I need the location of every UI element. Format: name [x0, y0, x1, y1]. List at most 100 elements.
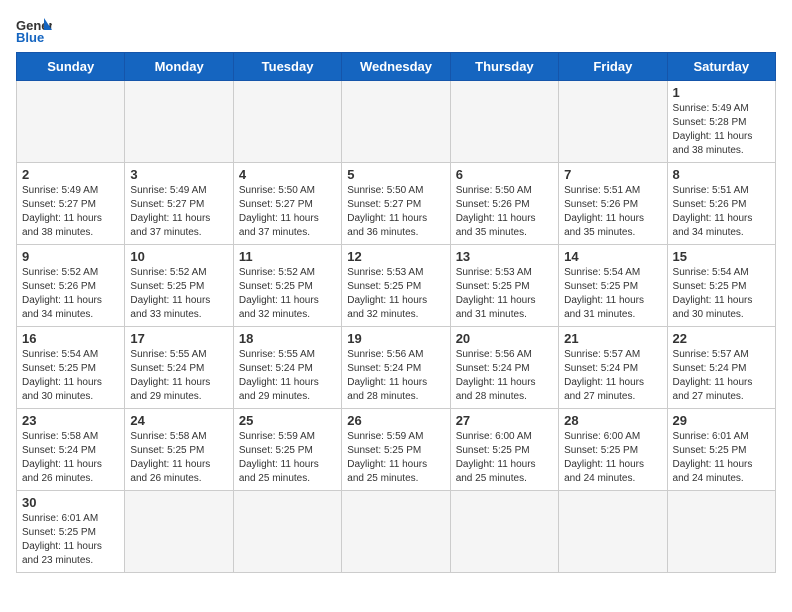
day-number: 18: [239, 331, 336, 346]
day-number: 2: [22, 167, 119, 182]
day-info: Sunrise: 6:00 AM Sunset: 5:25 PM Dayligh…: [564, 430, 661, 486]
day-info: Sunrise: 5:55 AM Sunset: 5:24 PM Dayligh…: [239, 348, 336, 404]
calendar-cell: 12 Sunrise: 5:53 AM Sunset: 5:25 PM Dayli…: [342, 245, 450, 327]
day-number: 15: [673, 249, 770, 264]
calendar-cell: [17, 81, 125, 163]
weekday-header-thursday: Thursday: [450, 53, 558, 81]
calendar-cell: 16 Sunrise: 5:54 AM Sunset: 5:25 PM Dayli…: [17, 327, 125, 409]
calendar-cell: 22 Sunrise: 5:57 AM Sunset: 5:24 PM Dayli…: [667, 327, 775, 409]
day-info: Sunrise: 5:54 AM Sunset: 5:25 PM Dayligh…: [22, 348, 119, 404]
calendar-cell: 23Sunrise: 5:58 AM Sunset: 5:24 PM Dayli…: [17, 409, 125, 491]
day-number: 4: [239, 167, 336, 182]
day-number: 29: [673, 413, 770, 428]
week-row-6: 30Sunrise: 6:01 AM Sunset: 5:25 PM Dayli…: [17, 491, 776, 573]
day-number: 16: [22, 331, 119, 346]
weekday-header-saturday: Saturday: [667, 53, 775, 81]
calendar-cell: 27 Sunrise: 6:00 AM Sunset: 5:25 PM Dayli…: [450, 409, 558, 491]
day-info: Sunrise: 5:52 AM Sunset: 5:25 PM Dayligh…: [130, 266, 227, 322]
calendar-cell: [559, 491, 667, 573]
day-info: Sunrise: 5:59 AM Sunset: 5:25 PM Dayligh…: [347, 430, 444, 486]
day-info: Sunrise: 6:01 AM Sunset: 5:25 PM Dayligh…: [673, 430, 770, 486]
day-info: Sunrise: 5:54 AM Sunset: 5:25 PM Dayligh…: [673, 266, 770, 322]
day-info: Sunrise: 5:56 AM Sunset: 5:24 PM Dayligh…: [456, 348, 553, 404]
day-info: Sunrise: 5:53 AM Sunset: 5:25 PM Dayligh…: [347, 266, 444, 322]
day-number: 10: [130, 249, 227, 264]
calendar-cell: 4 Sunrise: 5:50 AM Sunset: 5:27 PM Daylig…: [233, 163, 341, 245]
calendar-cell: [450, 81, 558, 163]
day-info: Sunrise: 5:57 AM Sunset: 5:24 PM Dayligh…: [673, 348, 770, 404]
calendar-cell: [342, 491, 450, 573]
day-info: Sunrise: 5:58 AM Sunset: 5:25 PM Dayligh…: [130, 430, 227, 486]
day-number: 21: [564, 331, 661, 346]
calendar-cell: 25Sunrise: 5:59 AM Sunset: 5:25 PM Dayli…: [233, 409, 341, 491]
day-info: Sunrise: 5:51 AM Sunset: 5:26 PM Dayligh…: [673, 184, 770, 240]
calendar-cell: 3Sunrise: 5:49 AM Sunset: 5:27 PM Daylig…: [125, 163, 233, 245]
day-number: 26: [347, 413, 444, 428]
calendar-cell: 6Sunrise: 5:50 AM Sunset: 5:26 PM Daylig…: [450, 163, 558, 245]
calendar-cell: [233, 491, 341, 573]
day-number: 13: [456, 249, 553, 264]
calendar-cell: [342, 81, 450, 163]
day-number: 22: [673, 331, 770, 346]
day-info: Sunrise: 5:57 AM Sunset: 5:24 PM Dayligh…: [564, 348, 661, 404]
week-row-3: 9 Sunrise: 5:52 AM Sunset: 5:26 PM Daylig…: [17, 245, 776, 327]
day-number: 17: [130, 331, 227, 346]
calendar-cell: 2 Sunrise: 5:49 AM Sunset: 5:27 PM Daylig…: [17, 163, 125, 245]
day-number: 9: [22, 249, 119, 264]
calendar-cell: [125, 81, 233, 163]
calendar-cell: 18 Sunrise: 5:55 AM Sunset: 5:24 PM Dayli…: [233, 327, 341, 409]
week-row-1: 1Sunrise: 5:49 AM Sunset: 5:28 PM Daylig…: [17, 81, 776, 163]
day-number: 19: [347, 331, 444, 346]
day-info: Sunrise: 6:01 AM Sunset: 5:25 PM Dayligh…: [22, 512, 119, 568]
calendar-cell: 24 Sunrise: 5:58 AM Sunset: 5:25 PM Dayli…: [125, 409, 233, 491]
week-row-4: 16 Sunrise: 5:54 AM Sunset: 5:25 PM Dayli…: [17, 327, 776, 409]
calendar-cell: 11Sunrise: 5:52 AM Sunset: 5:25 PM Dayli…: [233, 245, 341, 327]
calendar-cell: [667, 491, 775, 573]
calendar-cell: 29 Sunrise: 6:01 AM Sunset: 5:25 PM Dayli…: [667, 409, 775, 491]
day-info: Sunrise: 5:50 AM Sunset: 5:27 PM Dayligh…: [239, 184, 336, 240]
day-number: 6: [456, 167, 553, 182]
day-info: Sunrise: 5:49 AM Sunset: 5:28 PM Dayligh…: [673, 102, 770, 158]
calendar-cell: 20 Sunrise: 5:56 AM Sunset: 5:24 PM Dayli…: [450, 327, 558, 409]
calendar-cell: 26 Sunrise: 5:59 AM Sunset: 5:25 PM Dayli…: [342, 409, 450, 491]
calendar-cell: 7 Sunrise: 5:51 AM Sunset: 5:26 PM Daylig…: [559, 163, 667, 245]
day-number: 24: [130, 413, 227, 428]
logo-icon: General Blue: [16, 16, 52, 44]
calendar-table: SundayMondayTuesdayWednesdayThursdayFrid…: [16, 52, 776, 573]
calendar-cell: 13Sunrise: 5:53 AM Sunset: 5:25 PM Dayli…: [450, 245, 558, 327]
logo: General Blue: [16, 16, 56, 44]
calendar-cell: 5Sunrise: 5:50 AM Sunset: 5:27 PM Daylig…: [342, 163, 450, 245]
day-info: Sunrise: 5:55 AM Sunset: 5:24 PM Dayligh…: [130, 348, 227, 404]
day-number: 27: [456, 413, 553, 428]
calendar-cell: 28Sunrise: 6:00 AM Sunset: 5:25 PM Dayli…: [559, 409, 667, 491]
day-number: 23: [22, 413, 119, 428]
weekday-header-friday: Friday: [559, 53, 667, 81]
calendar-cell: 21 Sunrise: 5:57 AM Sunset: 5:24 PM Dayli…: [559, 327, 667, 409]
week-row-5: 23Sunrise: 5:58 AM Sunset: 5:24 PM Dayli…: [17, 409, 776, 491]
day-info: Sunrise: 5:54 AM Sunset: 5:25 PM Dayligh…: [564, 266, 661, 322]
calendar-cell: [125, 491, 233, 573]
day-number: 5: [347, 167, 444, 182]
day-number: 7: [564, 167, 661, 182]
day-info: Sunrise: 5:59 AM Sunset: 5:25 PM Dayligh…: [239, 430, 336, 486]
weekday-header-wednesday: Wednesday: [342, 53, 450, 81]
day-number: 12: [347, 249, 444, 264]
day-number: 11: [239, 249, 336, 264]
header: General Blue: [16, 16, 776, 44]
calendar-cell: 19Sunrise: 5:56 AM Sunset: 5:24 PM Dayli…: [342, 327, 450, 409]
calendar-cell: [450, 491, 558, 573]
week-row-2: 2 Sunrise: 5:49 AM Sunset: 5:27 PM Daylig…: [17, 163, 776, 245]
calendar-cell: 15 Sunrise: 5:54 AM Sunset: 5:25 PM Dayli…: [667, 245, 775, 327]
calendar-cell: 17 Sunrise: 5:55 AM Sunset: 5:24 PM Dayli…: [125, 327, 233, 409]
svg-text:Blue: Blue: [16, 30, 44, 44]
day-info: Sunrise: 5:51 AM Sunset: 5:26 PM Dayligh…: [564, 184, 661, 240]
calendar-cell: 10 Sunrise: 5:52 AM Sunset: 5:25 PM Dayli…: [125, 245, 233, 327]
day-info: Sunrise: 6:00 AM Sunset: 5:25 PM Dayligh…: [456, 430, 553, 486]
weekday-header-monday: Monday: [125, 53, 233, 81]
weekday-header-sunday: Sunday: [17, 53, 125, 81]
day-info: Sunrise: 5:49 AM Sunset: 5:27 PM Dayligh…: [130, 184, 227, 240]
day-number: 20: [456, 331, 553, 346]
day-info: Sunrise: 5:52 AM Sunset: 5:26 PM Dayligh…: [22, 266, 119, 322]
calendar-cell: 8Sunrise: 5:51 AM Sunset: 5:26 PM Daylig…: [667, 163, 775, 245]
day-info: Sunrise: 5:49 AM Sunset: 5:27 PM Dayligh…: [22, 184, 119, 240]
